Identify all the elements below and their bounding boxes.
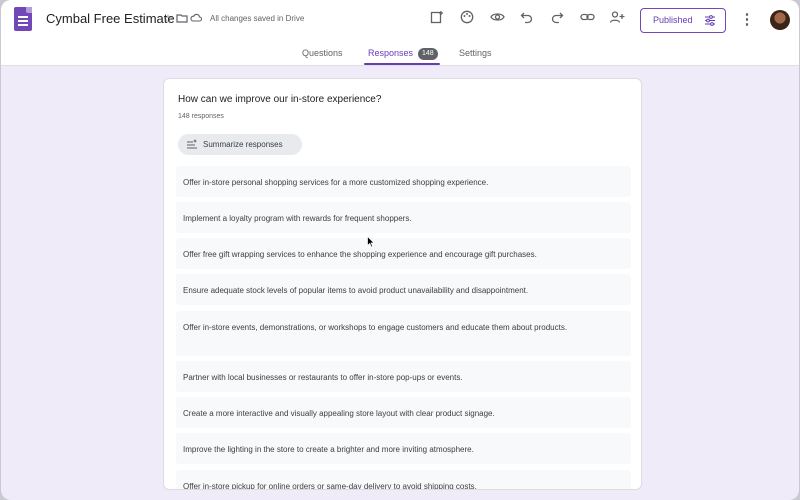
response-item: Implement a loyalty program with rewards… bbox=[176, 202, 631, 233]
top-bar: Cymbal Free Estimate ☆ All changes saved… bbox=[1, 0, 799, 66]
summarize-icon bbox=[187, 134, 197, 163]
app-window: Cymbal Free Estimate ☆ All changes saved… bbox=[1, 0, 799, 500]
mouse-cursor-icon bbox=[367, 235, 375, 251]
response-item: Offer in-store personal shopping service… bbox=[176, 166, 631, 197]
tab-settings[interactable]: Settings bbox=[459, 48, 492, 58]
response-item: Offer free gift wrapping services to enh… bbox=[176, 238, 631, 269]
addon-icon[interactable] bbox=[426, 9, 448, 31]
response-item: Offer in-store events, demonstrations, o… bbox=[176, 311, 631, 356]
tab-questions[interactable]: Questions bbox=[302, 48, 343, 58]
palette-icon[interactable] bbox=[456, 9, 478, 31]
response-item: Offer in-store pickup for online orders … bbox=[176, 470, 631, 489]
question-title: How can we improve our in-store experien… bbox=[178, 94, 382, 105]
more-vertical-icon[interactable]: ⋮ bbox=[736, 9, 758, 31]
doc-title[interactable]: Cymbal Free Estimate bbox=[46, 11, 175, 26]
response-item: Partner with local businesses or restaur… bbox=[176, 361, 631, 392]
save-status: All changes saved in Drive bbox=[210, 14, 305, 23]
responses-card: How can we improve our in-store experien… bbox=[163, 78, 642, 490]
responses-count-badge: 148 bbox=[418, 48, 438, 60]
active-tab-indicator bbox=[364, 63, 440, 65]
cloud-saved-icon[interactable] bbox=[189, 12, 203, 26]
summarize-responses-button[interactable]: Summarize responses bbox=[178, 134, 302, 155]
response-item: Improve the lighting in the store to cre… bbox=[176, 433, 631, 464]
star-icon[interactable]: ☆ bbox=[161, 12, 175, 26]
tab-responses[interactable]: Responses bbox=[368, 48, 413, 58]
preview-eye-icon[interactable] bbox=[486, 9, 508, 31]
published-button[interactable]: Published bbox=[640, 8, 726, 33]
published-label: Published bbox=[653, 15, 693, 25]
link-icon[interactable] bbox=[576, 9, 598, 31]
avatar[interactable] bbox=[770, 10, 790, 30]
response-count: 148 responses bbox=[178, 113, 224, 120]
move-to-folder-icon[interactable] bbox=[175, 12, 189, 26]
google-forms-icon[interactable] bbox=[14, 7, 32, 31]
response-item: Ensure adequate stock levels of popular … bbox=[176, 274, 631, 305]
redo-icon[interactable] bbox=[546, 9, 568, 31]
undo-icon[interactable] bbox=[516, 9, 538, 31]
add-collaborator-icon[interactable] bbox=[606, 9, 628, 31]
publish-settings-icon bbox=[705, 9, 715, 41]
summarize-label: Summarize responses bbox=[203, 140, 283, 149]
response-item: Create a more interactive and visually a… bbox=[176, 397, 631, 428]
